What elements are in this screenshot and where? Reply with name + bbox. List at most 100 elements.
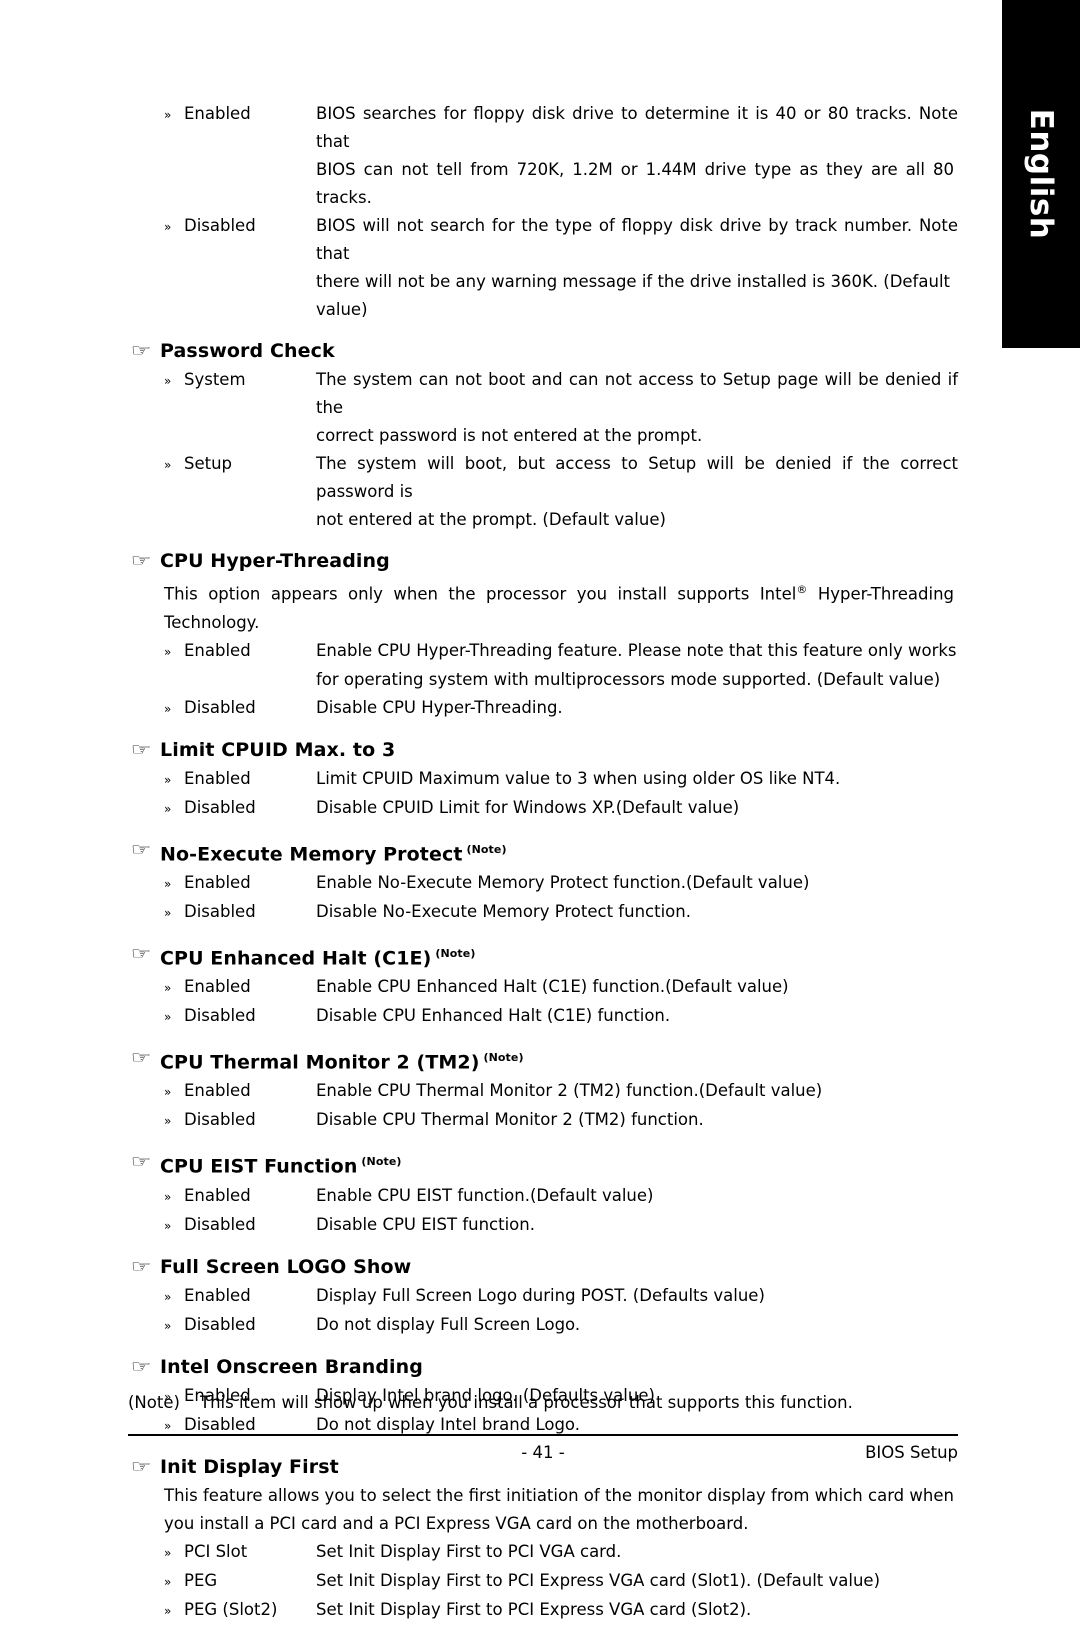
option-description: Enable CPU Thermal Monitor 2 (TM2) funct… xyxy=(316,1081,823,1101)
section-title: CPU Hyper-Threading xyxy=(160,550,390,572)
option-label: Enabled xyxy=(184,977,251,997)
chevron-double-right-icon: » xyxy=(164,876,171,891)
footer-divider xyxy=(128,1434,958,1436)
option-description: The system can not boot and can not acce… xyxy=(316,370,958,417)
section-paragraph: This option appears only when the proces… xyxy=(164,576,954,637)
option-label: Enabled xyxy=(184,1185,251,1205)
option-label: Disabled xyxy=(184,1214,256,1234)
chevron-double-right-icon: » xyxy=(164,1114,171,1129)
pointing-hand-icon: ☞ xyxy=(130,551,152,571)
chevron-double-right-icon: » xyxy=(164,981,171,996)
option-description: BIOS will not search for the type of flo… xyxy=(316,216,958,263)
section-title: Intel Onscreen Branding xyxy=(160,1355,423,1378)
pointing-hand-icon: ☞ xyxy=(130,1256,152,1277)
option-label: Disabled xyxy=(184,901,256,921)
chevron-double-right-icon: » xyxy=(164,1289,171,1304)
option-description-cont: not entered at the prompt. (Default valu… xyxy=(316,510,666,529)
option-row: » Enabled BIOS searches for floppy disk … xyxy=(164,100,958,156)
option-row: » Disabled Disable CPUID Limit for Windo… xyxy=(164,794,958,823)
section-heading: ☞ CPU Thermal Monitor 2 (TM2) (Note) xyxy=(128,1045,958,1075)
option-label: Enabled xyxy=(184,768,251,788)
section-paragraph-text: This option appears only when the proces… xyxy=(164,584,797,604)
chevron-double-right-icon: » xyxy=(164,1318,171,1333)
chevron-double-right-icon: » xyxy=(164,220,171,234)
option-row: » Disabled Do not display Full Screen Lo… xyxy=(164,1311,958,1340)
option-description: Enable CPU Enhanced Halt (C1E) function.… xyxy=(316,977,789,997)
section-heading: ☞ CPU EIST Function (Note) xyxy=(128,1149,958,1179)
section-no-execute-memory-protect: ☞ No-Execute Memory Protect (Note) » Ena… xyxy=(128,837,958,927)
section-limit-cpuid: ☞ Limit CPUID Max. to 3 » Enabled Limit … xyxy=(128,737,958,823)
option-label: Enabled xyxy=(184,640,251,660)
section-title-text: No-Execute Memory Protect xyxy=(160,842,463,865)
option-label: Disabled xyxy=(184,1314,256,1334)
section-heading: ☞ CPU Hyper-Threading xyxy=(128,548,958,574)
chevron-double-right-icon: » xyxy=(164,1603,171,1618)
section-heading: ☞ Full Screen LOGO Show xyxy=(128,1254,958,1280)
chevron-double-right-icon: » xyxy=(164,1574,171,1589)
chevron-double-right-icon: » xyxy=(164,1189,171,1204)
page-number: - 41 - xyxy=(521,1443,565,1462)
chevron-double-right-icon: » xyxy=(164,1545,171,1560)
option-row: » Disabled Disable CPU Thermal Monitor 2… xyxy=(164,1106,958,1135)
option-description-cont: for operating system with multiprocessor… xyxy=(316,669,941,689)
pointing-hand-icon: ☞ xyxy=(130,1152,152,1173)
option-description: Limit CPUID Maximum value to 3 when usin… xyxy=(316,768,841,788)
option-row: » Disabled Disable No-Execute Memory Pro… xyxy=(164,898,958,927)
option-label: Disabled xyxy=(184,216,256,235)
registered-mark: ® xyxy=(796,583,808,596)
option-row: » PEG (Slot2) Set Init Display First to … xyxy=(164,1596,958,1625)
section-title: Limit CPUID Max. to 3 xyxy=(160,738,396,761)
option-description: Set Init Display First to PCI Express VG… xyxy=(316,1599,752,1619)
option-description: Display Full Screen Logo during POST. (D… xyxy=(316,1285,765,1305)
chevron-double-right-icon: » xyxy=(164,458,171,472)
chevron-double-right-icon: » xyxy=(164,1218,171,1233)
section-heading: ☞ No-Execute Memory Protect (Note) xyxy=(128,837,958,867)
option-row: » Disabled BIOS will not search for the … xyxy=(164,212,958,268)
section-password-check: ☞ Password Check » System The system can… xyxy=(128,338,958,534)
option-label: Enabled xyxy=(184,1285,251,1305)
option-row: » Disabled Disable CPU EIST function. xyxy=(164,1211,958,1240)
option-label: PCI Slot xyxy=(184,1541,248,1561)
option-description-cont: correct password is not entered at the p… xyxy=(316,426,703,445)
option-label: Enabled xyxy=(184,872,251,892)
option-description: Set Init Display First to PCI VGA card. xyxy=(316,1541,622,1561)
option-description: The system will boot, but access to Setu… xyxy=(316,454,958,501)
option-description: Do not display Full Screen Logo. xyxy=(316,1314,581,1334)
note-marker: (Note) xyxy=(462,842,507,856)
note-marker: (Note) xyxy=(431,946,476,960)
note-marker: (Note) xyxy=(357,1155,402,1169)
option-description-cont: there will not be any warning message if… xyxy=(316,272,950,291)
option-description: Disable CPU Hyper-Threading. xyxy=(316,697,563,717)
option-description: Disable No-Execute Memory Protect functi… xyxy=(316,901,691,921)
pointing-hand-icon: ☞ xyxy=(130,739,152,760)
section-title: CPU Enhanced Halt (C1E) (Note) xyxy=(160,941,475,971)
option-description: Set Init Display First to PCI Express VG… xyxy=(316,1570,881,1590)
footnote-text: This item will show up when you install … xyxy=(200,1393,853,1412)
option-description: Enable CPU EIST function.(Default value) xyxy=(316,1185,654,1205)
option-row: » System The system can not boot and can… xyxy=(164,366,958,422)
section-paragraph: This feature allows you to select the fi… xyxy=(164,1485,954,1533)
option-row: » Enabled Enable CPU EIST function.(Defa… xyxy=(164,1182,958,1211)
page-footer: - 41 - BIOS Setup xyxy=(128,1440,958,1466)
section-heading: ☞ CPU Enhanced Halt (C1E) (Note) xyxy=(128,941,958,971)
section-heading: ☞ Intel Onscreen Branding xyxy=(128,1354,958,1380)
option-row: » Disabled Disable CPU Hyper-Threading. xyxy=(164,694,958,723)
chevron-double-right-icon: » xyxy=(164,374,171,388)
footnote-label: (Note) xyxy=(128,1393,180,1412)
section-cpu-eist-function: ☞ CPU EIST Function (Note) » Enabled Ena… xyxy=(128,1149,958,1239)
pointing-hand-icon: ☞ xyxy=(130,839,152,860)
option-label: Disabled xyxy=(184,1110,256,1130)
option-row: » Enabled Limit CPUID Maximum value to 3… xyxy=(164,765,958,794)
option-description: BIOS searches for floppy disk drive to d… xyxy=(316,104,958,151)
option-description: Disable CPU Thermal Monitor 2 (TM2) func… xyxy=(316,1110,704,1130)
section-cpu-hyper-threading: ☞ CPU Hyper-Threading This option appear… xyxy=(128,548,958,723)
option-row: » Enabled Enable CPU Hyper-Threading fea… xyxy=(164,637,958,666)
pointing-hand-icon: ☞ xyxy=(130,1356,152,1377)
section-title-text: CPU Enhanced Halt (C1E) xyxy=(160,947,432,970)
chevron-double-right-icon: » xyxy=(164,1085,171,1100)
option-label: System xyxy=(184,370,246,389)
section-title-text: CPU EIST Function xyxy=(160,1155,358,1178)
chevron-double-right-icon: » xyxy=(164,772,171,787)
pointing-hand-icon: ☞ xyxy=(130,943,152,964)
manual-page: English » Enabled BIOS searches for flop… xyxy=(0,0,1080,1619)
